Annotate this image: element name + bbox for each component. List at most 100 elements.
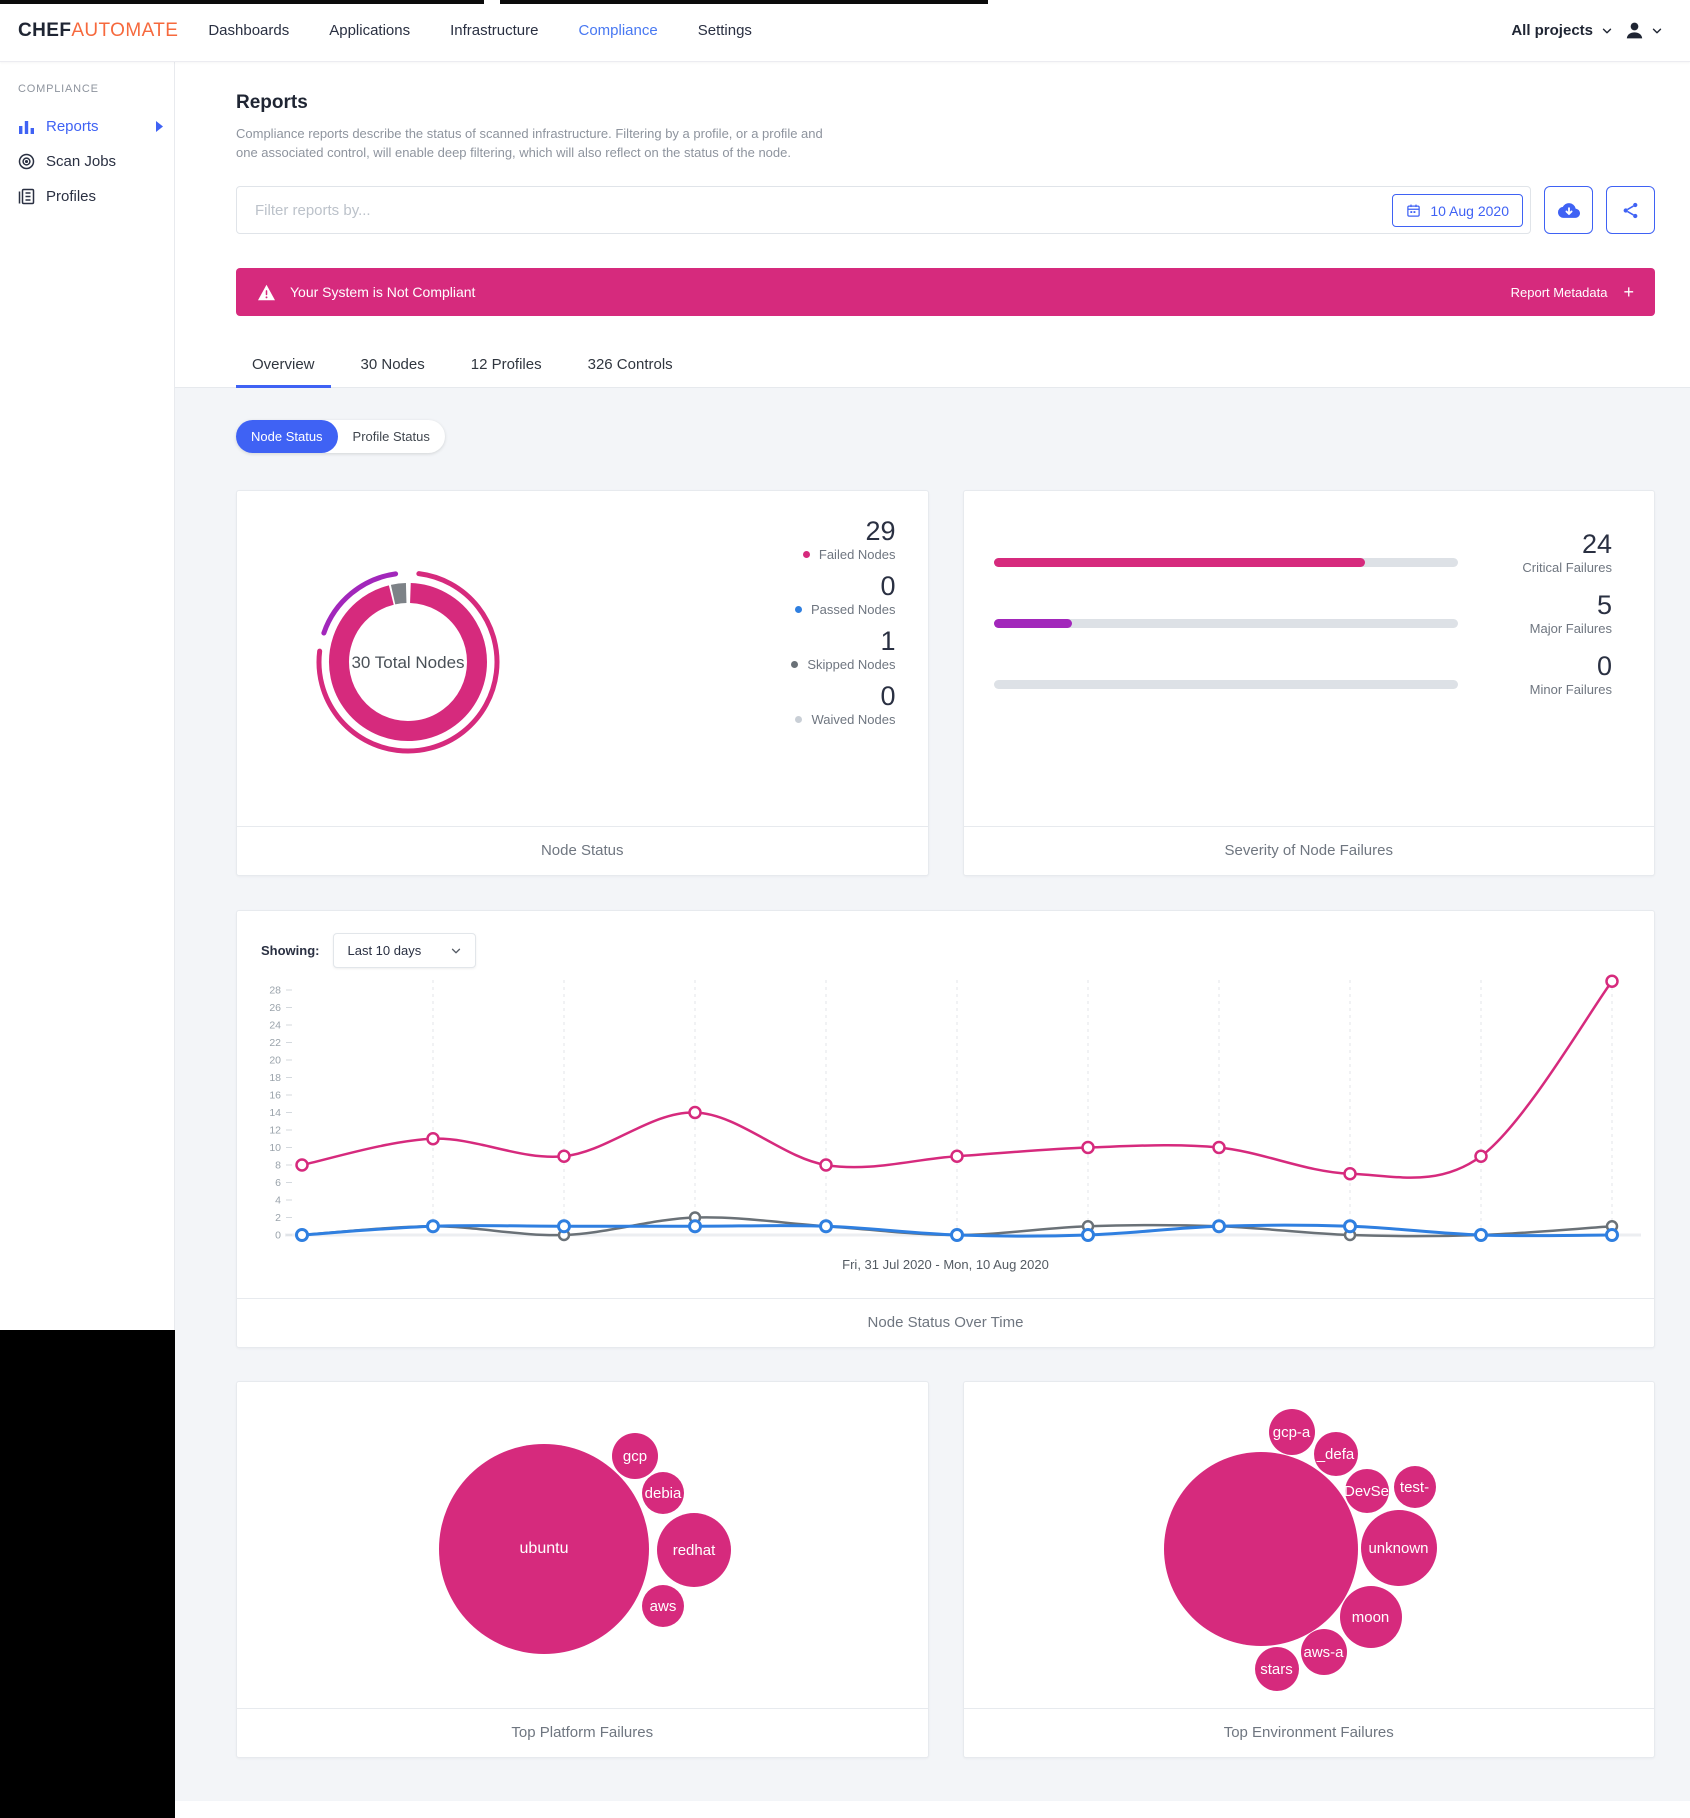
severity-row: 5Major Failures — [994, 590, 1613, 638]
trend-point[interactable] — [690, 1107, 701, 1118]
bubble-moon[interactable]: moon — [1340, 1586, 1402, 1648]
bubble-_defa[interactable]: _defa — [1314, 1432, 1358, 1476]
bubble-devse[interactable]: DevSe — [1345, 1469, 1389, 1513]
svg-text:14: 14 — [269, 1107, 281, 1119]
sidebar-item-label: Reports — [46, 118, 99, 135]
trend-point[interactable] — [1607, 976, 1618, 987]
trend-point[interactable] — [952, 1230, 963, 1241]
sidebar-item-profiles[interactable]: Profiles — [0, 179, 174, 214]
trend-point[interactable] — [690, 1221, 701, 1232]
trend-point[interactable] — [1083, 1142, 1094, 1153]
bubble-aws-a[interactable]: aws-a — [1301, 1629, 1347, 1675]
filter-bar: 10 Aug 2020 — [236, 186, 1655, 234]
filter-reports-input[interactable] — [237, 187, 1530, 233]
chart-gridlines — [433, 980, 1612, 1235]
bubble-gcp[interactable]: gcp — [612, 1433, 658, 1479]
trend-point[interactable] — [1607, 1230, 1618, 1241]
svg-text:8: 8 — [275, 1160, 281, 1172]
tab-12-profiles[interactable]: 12 Profiles — [455, 356, 558, 387]
severity-value: 5 — [1494, 590, 1612, 620]
chevron-right-icon — [155, 121, 164, 132]
platform-card-title: Top Platform Failures — [237, 1708, 928, 1757]
legend-row: 1Skipped Nodes — [791, 627, 895, 672]
sidebar-section-label: COMPLIANCE — [0, 83, 174, 109]
svg-text:16: 16 — [269, 1090, 281, 1102]
tab-326-controls[interactable]: 326 Controls — [572, 356, 689, 387]
filter-input-container: 10 Aug 2020 — [236, 186, 1531, 234]
legend-label: Waived Nodes — [811, 712, 895, 727]
trend-point[interactable] — [1214, 1142, 1225, 1153]
trend-point[interactable] — [297, 1230, 308, 1241]
bubble-debia[interactable]: debia — [642, 1472, 684, 1514]
bubble-aws[interactable]: aws — [642, 1585, 684, 1627]
page-description-line2: one associated control, will enable deep… — [236, 143, 1655, 162]
sidebar-item-label: Scan Jobs — [46, 153, 116, 170]
user-avatar-icon — [1624, 20, 1645, 41]
trend-point[interactable] — [821, 1160, 832, 1171]
toggle-profile-status[interactable]: Profile Status — [338, 420, 445, 453]
logo-chef: CHEF — [18, 20, 71, 41]
bubble-label: DevSe — [1344, 1483, 1389, 1500]
svg-text:12: 12 — [269, 1125, 281, 1137]
sidebar-item-reports[interactable]: Reports — [0, 109, 174, 144]
trend-point[interactable] — [1214, 1221, 1225, 1232]
trend-point[interactable] — [428, 1133, 439, 1144]
trend-point[interactable] — [1345, 1168, 1356, 1179]
bubble-unlabeled[interactable] — [1164, 1452, 1358, 1646]
toggle-node-status[interactable]: Node Status — [236, 420, 338, 453]
trend-point[interactable] — [559, 1221, 570, 1232]
report-tabs: Overview 30 Nodes 12 Profiles 326 Controls — [175, 356, 1690, 388]
date-range-select[interactable]: Last 10 days — [333, 933, 477, 968]
trend-point[interactable] — [1345, 1221, 1356, 1232]
y-axis: 0246810121416182022242628 — [269, 985, 292, 1242]
trend-point[interactable] — [952, 1151, 963, 1162]
bubble-label: gcp-a — [1273, 1424, 1311, 1441]
date-picker-button[interactable]: 10 Aug 2020 — [1392, 194, 1523, 227]
nav-link-dashboards[interactable]: Dashboards — [208, 22, 289, 39]
bubble-redhat[interactable]: redhat — [657, 1513, 731, 1587]
trend-point[interactable] — [559, 1151, 570, 1162]
main-nav: Dashboards Applications Infrastructure Comp… — [208, 22, 752, 39]
bubble-label: test- — [1400, 1479, 1429, 1496]
trend-point[interactable] — [1083, 1230, 1094, 1241]
nav-link-applications[interactable]: Applications — [329, 22, 410, 39]
bubble-stars[interactable]: stars — [1255, 1647, 1299, 1691]
nav-link-settings[interactable]: Settings — [698, 22, 752, 39]
profiles-icon — [18, 188, 35, 205]
bubble-test-[interactable]: test- — [1394, 1466, 1436, 1508]
chef-automate-logo[interactable]: CHEFAUTOMATE — [18, 20, 178, 42]
report-metadata-toggle[interactable]: Report Metadata + — [1511, 283, 1634, 301]
nav-link-infrastructure[interactable]: Infrastructure — [450, 22, 538, 39]
chart-x-range-label: Fri, 31 Jul 2020 - Mon, 10 Aug 2020 — [237, 1257, 1654, 1272]
trend-point[interactable] — [1476, 1151, 1487, 1162]
bubble-unknown[interactable]: unknown — [1361, 1510, 1437, 1586]
bottom-cards-row: ubuntugcpdebiaredhataws Top Platform Fai… — [236, 1381, 1655, 1758]
sidebar-item-scan-jobs[interactable]: Scan Jobs — [0, 144, 174, 179]
trend-point[interactable] — [1476, 1230, 1487, 1241]
page-title: Reports — [236, 92, 1655, 114]
main-content: Reports Compliance reports describe the … — [175, 62, 1690, 1801]
download-report-button[interactable] — [1544, 186, 1593, 234]
trend-point[interactable] — [297, 1160, 308, 1171]
severity-row: 24Critical Failures — [994, 529, 1613, 577]
app-root: CHEFAUTOMATE Dashboards Applications Infra… — [0, 0, 1690, 1818]
severity-row: 0Minor Failures — [994, 651, 1613, 699]
bubble-gcp-a[interactable]: gcp-a — [1269, 1409, 1315, 1455]
severity-value: 0 — [1494, 651, 1612, 681]
trend-point[interactable] — [821, 1221, 832, 1232]
donut-skipped-segment[interactable] — [393, 593, 406, 595]
svg-text:18: 18 — [269, 1072, 281, 1084]
top-navigation-bar: CHEFAUTOMATE Dashboards Applications Infra… — [0, 0, 1690, 62]
status-toggle: Node StatusProfile Status — [236, 420, 445, 453]
user-menu[interactable] — [1624, 20, 1664, 41]
nav-link-compliance[interactable]: Compliance — [579, 22, 658, 39]
trend-point[interactable] — [428, 1221, 439, 1232]
donut-svg: 30 Total Nodes — [242, 496, 574, 828]
tab-overview[interactable]: Overview — [236, 356, 331, 387]
svg-text:22: 22 — [269, 1037, 281, 1049]
projects-label: All projects — [1511, 22, 1593, 39]
share-report-button[interactable] — [1606, 186, 1655, 234]
projects-filter-dropdown[interactable]: All projects — [1511, 22, 1614, 39]
tab-30-nodes[interactable]: 30 Nodes — [345, 356, 441, 387]
bubble-ubuntu[interactable]: ubuntu — [439, 1444, 649, 1654]
